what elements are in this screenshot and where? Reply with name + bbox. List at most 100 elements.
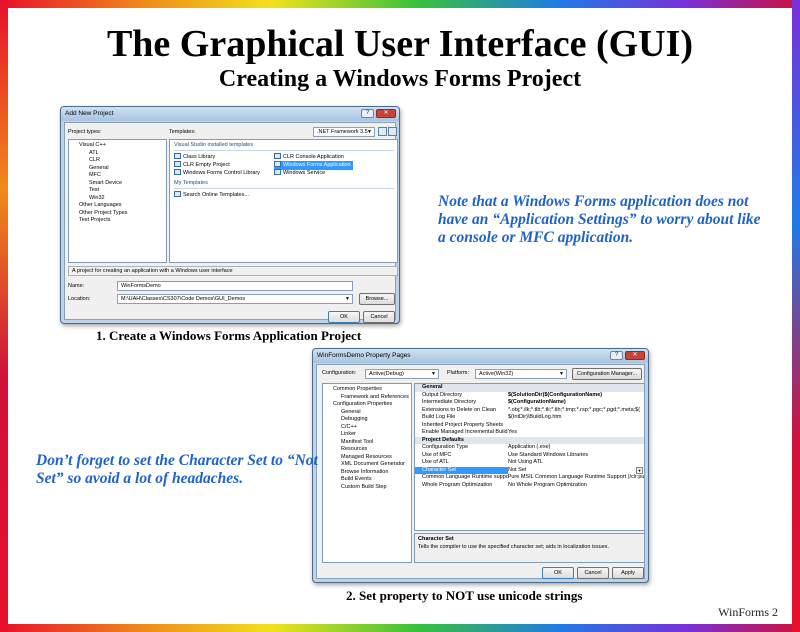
tree-item[interactable]: Configuration Properties (323, 401, 411, 409)
property-row[interactable]: Enable Managed Incremental Build Yes (415, 429, 644, 437)
property-row[interactable]: Whole Program Optimization No Whole Progr… (415, 482, 644, 490)
tree-item[interactable]: Linker (323, 431, 411, 439)
tree-item[interactable]: CLR (69, 157, 166, 165)
dialog-titlebar: Add New Project ? ✕ (61, 107, 399, 121)
help-button[interactable]: ? (610, 351, 623, 360)
property-row-character-set[interactable]: Character Set Not Set ▼ (415, 466, 644, 474)
tree-item[interactable]: Smart Device (69, 180, 166, 188)
tree-item[interactable]: Test (69, 187, 166, 195)
template-icon (174, 161, 181, 167)
add-new-project-dialog: Add New Project ? ✕ Project types: Templ… (60, 106, 400, 324)
property-row[interactable]: Configuration Type Application (.exe) (415, 444, 644, 452)
tree-item[interactable]: Framework and References (323, 394, 411, 402)
configuration-select[interactable]: Active(Debug) ▼ (365, 369, 439, 379)
property-row[interactable]: Use of MFC Use Standard Windows Libraries (415, 452, 644, 460)
platform-value: Active(Win32) (479, 371, 514, 377)
cancel-button[interactable]: Cancel (363, 311, 395, 323)
template-icon (174, 153, 181, 159)
platform-select[interactable]: Active(Win32) ▼ (475, 369, 567, 379)
description-text: A project for creating an application wi… (72, 268, 233, 274)
large-icons-view-icon[interactable] (378, 127, 387, 136)
property-pages-dialog: WinFormsDemo Property Pages ? ✕ Configur… (312, 348, 649, 583)
caption-step-1: 1. Create a Windows Forms Application Pr… (96, 328, 362, 343)
group-header-general: General (415, 384, 644, 392)
template-item[interactable]: Windows Forms Control Library (174, 169, 260, 178)
tree-item[interactable]: Manifest Tool (323, 439, 411, 447)
close-button[interactable]: ✕ (625, 351, 645, 360)
tree-item[interactable]: Custom Build Step (323, 484, 411, 492)
ok-button[interactable]: OK (328, 311, 360, 323)
small-icons-view-icon[interactable] (388, 127, 397, 136)
rainbow-border-bottom (0, 624, 800, 632)
tree-item[interactable]: Browse Information (323, 469, 411, 477)
tree-item[interactable]: Other Project Types (69, 210, 166, 218)
property-row[interactable]: Use of ATL Not Using ATL (415, 459, 644, 467)
property-tree: Common Properties Framework and Referenc… (322, 383, 412, 563)
browse-button[interactable]: Browse... (359, 293, 395, 305)
rainbow-border-left (0, 0, 8, 632)
tree-item[interactable]: C/C++ (323, 424, 411, 432)
tree-item[interactable]: MFC (69, 172, 166, 180)
name-label: Name: (68, 283, 85, 289)
cancel-button[interactable]: Cancel (577, 567, 609, 579)
tree-item[interactable]: Visual C++ (69, 140, 166, 150)
platform-label: Platform: (447, 370, 470, 376)
property-row[interactable]: Output Directory $(SolutionDir)$(Configur… (415, 392, 644, 400)
dialog-title: WinFormsDemo Property Pages (317, 352, 411, 359)
template-icon (274, 169, 281, 175)
project-types-tree: Visual C++ ATL CLR General MFC Smart Dev… (68, 139, 167, 263)
dialog-title: Add New Project (65, 110, 114, 117)
rainbow-border-right (792, 0, 800, 632)
tree-item[interactable]: Resources (323, 446, 411, 454)
tree-item[interactable]: Other Languages (69, 202, 166, 210)
divider (174, 188, 394, 189)
tree-item[interactable]: ATL (69, 150, 166, 158)
description-text: Tells the compiler to use the specified … (418, 543, 610, 550)
rainbow-border-top (0, 0, 800, 8)
note-character-set: Don’t forget to set the Character Set to… (36, 452, 318, 487)
template-icon (274, 153, 281, 159)
chevron-down-icon: ▼ (431, 371, 436, 377)
chevron-down-icon: ▼ (559, 371, 564, 377)
slide-subtitle: Creating a Windows Forms Project (218, 66, 582, 92)
group-header-project-defaults: Project Defaults (415, 436, 644, 444)
chevron-down-icon[interactable]: ▼ (636, 466, 643, 474)
help-button[interactable]: ? (361, 109, 374, 118)
chevron-down-icon: ▼ (367, 129, 372, 135)
property-row[interactable]: Common Language Runtime support Pure MSIL… (415, 474, 644, 482)
framework-select[interactable]: .NET Framework 3.5 ▼ (313, 127, 375, 137)
tree-item[interactable]: Win32 (69, 195, 166, 203)
slide-number: WinForms 2 (718, 605, 778, 619)
my-templates-header: My Templates (174, 180, 208, 186)
caption-step-2: 2. Set property to NOT use unicode strin… (346, 588, 583, 603)
apply-button[interactable]: Apply (612, 567, 644, 579)
tree-item[interactable]: Test Projects (69, 217, 166, 225)
chevron-down-icon: ▼ (345, 296, 350, 302)
property-row[interactable]: Inherited Project Property Sheets (415, 422, 644, 430)
dialog-titlebar: WinFormsDemo Property Pages ? ✕ (313, 349, 648, 363)
template-item[interactable]: Windows Service (274, 169, 325, 178)
search-online-templates[interactable]: Search Online Templates... (174, 191, 249, 200)
close-button[interactable]: ✕ (376, 109, 396, 118)
location-label: Location: (68, 296, 91, 302)
project-types-label: Project types: (68, 129, 102, 135)
tree-item[interactable]: General (69, 165, 166, 173)
tree-item[interactable]: Common Properties (323, 384, 411, 394)
search-icon (174, 191, 181, 197)
tree-item[interactable]: XML Document Generator (323, 461, 411, 469)
tree-item[interactable]: Managed Resources (323, 454, 411, 462)
note-windows-forms: Note that a Windows Forms application do… (438, 193, 761, 246)
project-name-input[interactable]: WinFormsDemo (117, 281, 353, 291)
divider (174, 150, 394, 151)
tree-item[interactable]: General (323, 409, 411, 417)
tree-item[interactable]: Build Events (323, 476, 411, 484)
ok-button[interactable]: OK (542, 567, 574, 579)
location-value: M:\UAH\Classes\CS307\Code Demos\GUI_Demo… (121, 296, 246, 302)
location-input[interactable]: M:\UAH\Classes\CS307\Code Demos\GUI_Demo… (117, 294, 353, 304)
property-row[interactable]: Build Log File $(IntDir)\BuildLog.htm (415, 414, 644, 422)
description-box: A project for creating an application wi… (68, 266, 398, 276)
property-row[interactable]: Intermediate Directory $(ConfigurationNam… (415, 399, 644, 407)
property-row[interactable]: Extensions to Delete on Clean *.obj;*.ilk… (415, 407, 644, 415)
configuration-manager-button[interactable]: Configuration Manager... (572, 368, 642, 380)
tree-item[interactable]: Debugging (323, 416, 411, 424)
